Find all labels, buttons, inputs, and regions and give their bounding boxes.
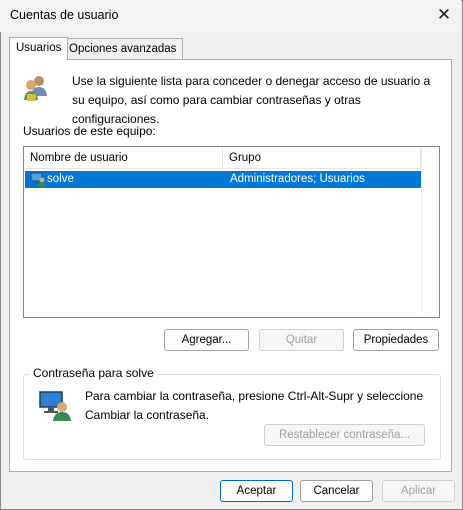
cancel-button[interactable]: Cancelar bbox=[300, 480, 373, 502]
column-header-group[interactable]: Grupo bbox=[223, 147, 421, 169]
password-computer-icon bbox=[38, 389, 72, 421]
tab-usuarios-label: Usuarios bbox=[16, 42, 62, 54]
user-account-icon bbox=[30, 172, 46, 187]
vertical-scrollbar[interactable] bbox=[421, 147, 439, 315]
reset-password-button[interactable]: Restablecer contraseña... bbox=[264, 424, 425, 446]
user-name-cell: solve bbox=[47, 173, 74, 185]
column-header-username[interactable]: Nombre de usuario bbox=[24, 147, 223, 169]
ok-button[interactable]: Aceptar bbox=[220, 480, 293, 502]
close-button[interactable]: ✕ bbox=[430, 2, 458, 28]
intro-text: Use la siguiente lista para conceder o d… bbox=[72, 74, 431, 126]
users-icon bbox=[22, 72, 50, 104]
column-header-username-label: Nombre de usuario bbox=[30, 152, 128, 164]
window-title: Cuentas de usuario bbox=[10, 8, 119, 22]
password-group-legend: Contraseña para solve bbox=[30, 366, 157, 380]
password-instructions: Para cambiar la contraseña, presione Ctr… bbox=[85, 389, 424, 422]
tab-usuarios[interactable]: Usuarios bbox=[9, 37, 69, 60]
remove-user-button[interactable]: Quitar bbox=[259, 329, 344, 351]
tab-opciones-avanzadas[interactable]: Opciones avanzadas bbox=[62, 38, 184, 59]
users-listview[interactable]: Nombre de usuario Grupo solve Administra… bbox=[23, 146, 440, 318]
users-list-label: Usuarios de este equipo: bbox=[23, 124, 156, 138]
user-group-cell: Administradores; Usuarios bbox=[230, 173, 365, 185]
table-row[interactable]: solve Administradores; Usuarios bbox=[25, 171, 421, 188]
properties-button[interactable]: Propiedades bbox=[353, 329, 439, 351]
add-user-button[interactable]: Agregar... bbox=[164, 329, 249, 351]
title-bar: Cuentas de usuario ✕ bbox=[0, 0, 461, 32]
tab-opciones-avanzadas-label: Opciones avanzadas bbox=[69, 43, 177, 55]
column-header-group-label: Grupo bbox=[229, 152, 261, 164]
apply-button[interactable]: Aplicar bbox=[382, 480, 455, 502]
